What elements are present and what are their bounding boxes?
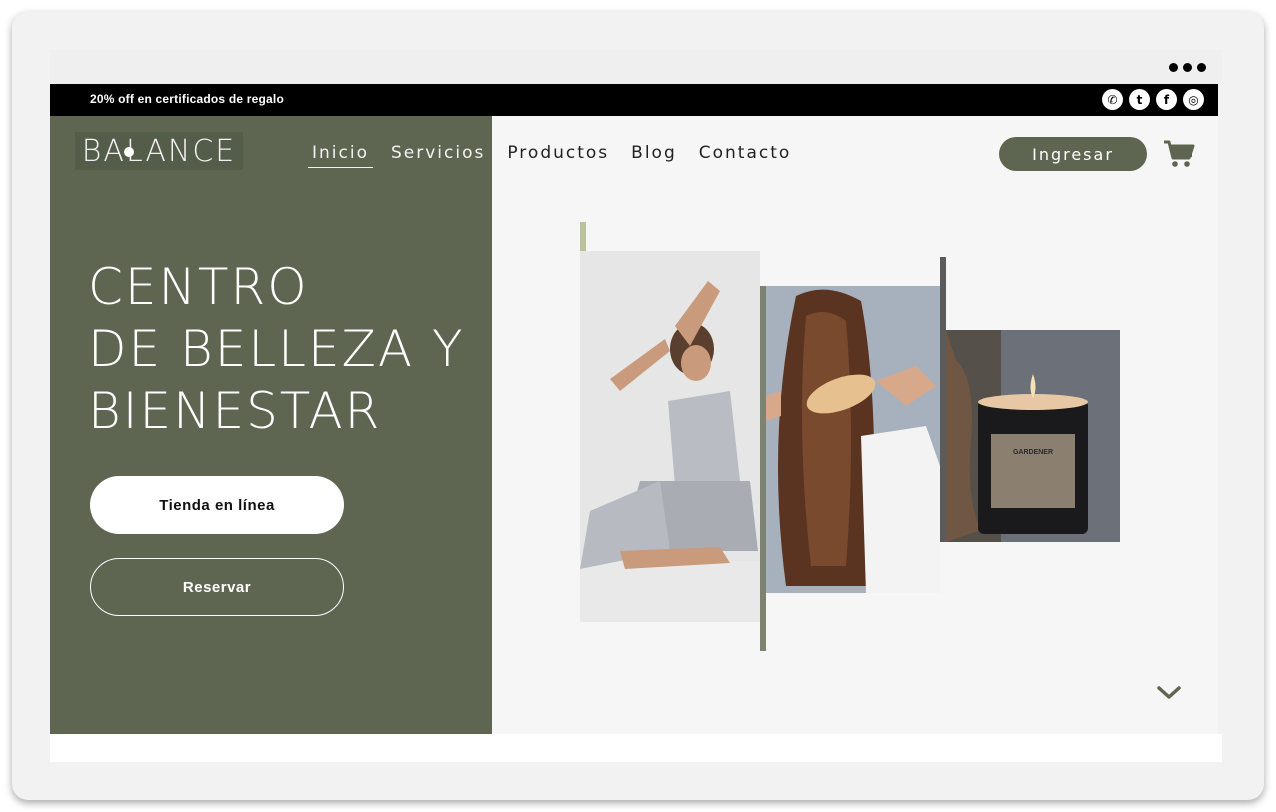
- promo-bar: 20% off en certificados de regalo ✆ t f …: [50, 84, 1218, 116]
- hair-brushing-image: [766, 286, 940, 593]
- hero-title-line-1: CENTRO: [88, 258, 309, 316]
- online-store-button[interactable]: Tienda en línea: [90, 476, 344, 534]
- candle-label-text: GARDENER: [1013, 449, 1053, 456]
- social-links: ✆ t f ◎: [1102, 89, 1204, 110]
- nav-contacto[interactable]: Contacto: [695, 143, 796, 168]
- hero-title-line-3: BIENESTAR: [88, 382, 382, 440]
- more-options-icon[interactable]: [1169, 63, 1206, 72]
- facebook-icon[interactable]: f: [1156, 89, 1177, 110]
- browser-toolbar: [50, 50, 1222, 84]
- hero-title: CENTRO DE BELLEZA Y BIENESTAR: [88, 256, 465, 442]
- login-button[interactable]: Ingresar: [999, 137, 1147, 171]
- book-button[interactable]: Reservar: [90, 558, 344, 616]
- instagram-icon[interactable]: ◎: [1183, 89, 1204, 110]
- page-content: BALANCE Inicio Servicios Productos Blog …: [50, 116, 1218, 734]
- footer-strip: [50, 734, 1222, 762]
- nav-blog[interactable]: Blog: [627, 143, 681, 168]
- candle-image: GARDENER: [946, 330, 1120, 542]
- twitter-icon[interactable]: t: [1129, 89, 1150, 110]
- chevron-down-icon[interactable]: [1154, 682, 1184, 702]
- nav-productos[interactable]: Productos: [503, 143, 613, 168]
- nav-servicios[interactable]: Servicios: [387, 143, 489, 168]
- brand-logo[interactable]: BALANCE: [75, 132, 243, 170]
- yoga-image: [580, 251, 760, 622]
- main-nav: Inicio Servicios Productos Blog Contacto: [308, 143, 809, 168]
- logo-dot: [124, 147, 134, 157]
- cart-icon[interactable]: [1162, 138, 1196, 170]
- whatsapp-icon[interactable]: ✆: [1102, 89, 1123, 110]
- nav-inicio[interactable]: Inicio: [308, 143, 373, 168]
- promo-text: 20% off en certificados de regalo: [90, 92, 284, 106]
- hero-title-line-2: DE BELLEZA Y: [88, 320, 465, 378]
